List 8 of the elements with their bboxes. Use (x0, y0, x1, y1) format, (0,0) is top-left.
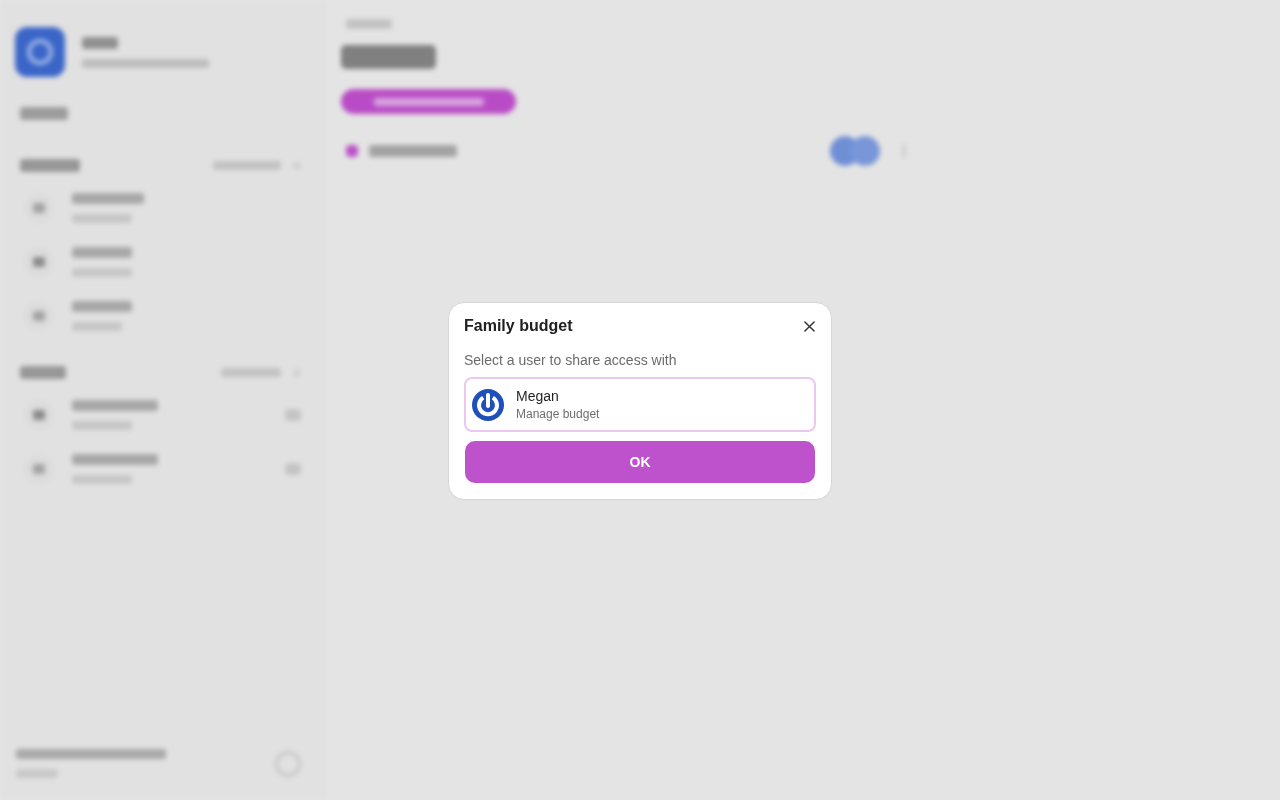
user-option[interactable]: Megan Manage budget (464, 377, 816, 432)
close-icon (804, 320, 815, 332)
user-name: Megan (516, 387, 560, 405)
user-role: Manage budget (516, 407, 600, 422)
power-symbol-avatar-icon (472, 388, 504, 421)
dialog-prompt: Select a user to share access with (464, 351, 678, 370)
dialog-title: Family budget (464, 317, 573, 335)
ok-button[interactable]: OK (465, 441, 815, 483)
